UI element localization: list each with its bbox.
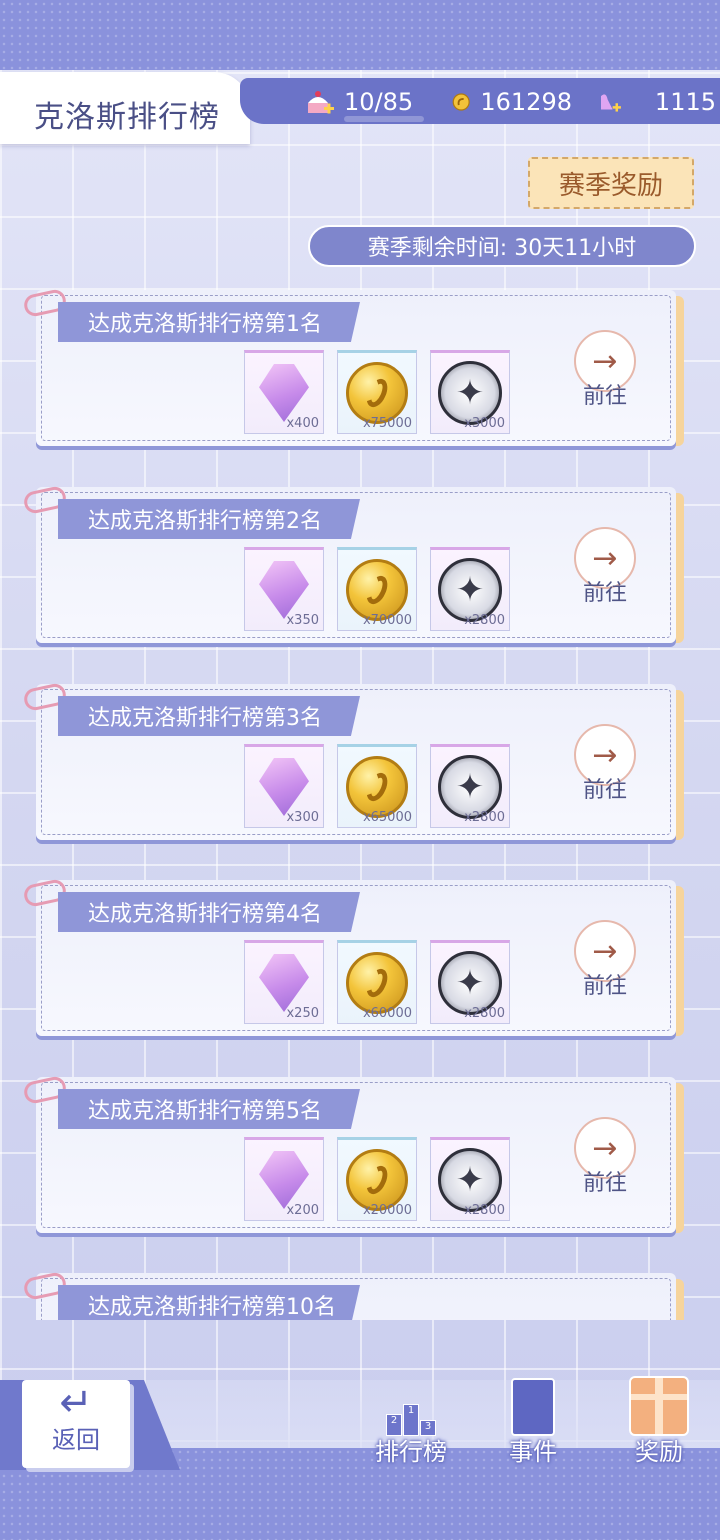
go-button[interactable]: → 前往	[572, 527, 638, 607]
task-title: 达成克洛斯排行榜第1名	[58, 302, 360, 342]
task-card-partial-wrap: 达成克洛斯排行榜第10名	[0, 1270, 720, 1320]
nav-ranking[interactable]: 213 排行榜	[366, 1380, 456, 1467]
resource-gold: 161298	[452, 82, 572, 122]
reward-list: x350 x70000 ✦ x2800	[244, 547, 510, 631]
reward-item-crystal[interactable]: x200	[244, 1137, 324, 1221]
book-icon	[511, 1378, 555, 1436]
gold-coin-icon	[346, 1149, 408, 1211]
reward-item-crystal[interactable]: x300	[244, 744, 324, 828]
reward-item-gold[interactable]: x70000	[337, 547, 417, 631]
reward-list: x300 x65000 ✦ x2800	[244, 744, 510, 828]
task-card: 达成克洛斯排行榜第5名 x200 x20000 ✦ x2800 → 前往	[22, 1074, 684, 1237]
resource-bar: 10/85 161298 1115	[240, 78, 720, 124]
resource-stamina[interactable]: 10/85	[304, 82, 424, 122]
gift-box-icon	[629, 1376, 689, 1436]
reward-list: x200 x20000 ✦ x2800	[244, 1137, 510, 1221]
crystal-swan-plus-icon	[600, 94, 621, 112]
task-title: 达成克洛斯排行榜第3名	[58, 696, 360, 736]
reward-item-gold[interactable]: x60000	[337, 940, 417, 1024]
resource-crystal[interactable]: 1115	[596, 82, 716, 122]
header: 克洛斯排行榜 10/85 161298 1115	[0, 68, 720, 146]
stamina-bar	[344, 116, 424, 122]
task-card: 达成克洛斯排行榜第4名 x250 x60000 ✦ x2800 → 前往	[22, 877, 684, 1040]
title-tab: 克洛斯排行榜	[0, 72, 250, 144]
reward-item-gold[interactable]: x65000	[337, 744, 417, 828]
crystal-swan-icon	[259, 758, 309, 816]
cake-plus-icon	[308, 91, 334, 114]
task-title: 达成克洛斯排行榜第4名	[58, 892, 360, 932]
reward-item-token[interactable]: ✦ x3000	[430, 350, 510, 434]
task-card: 达成克洛斯排行榜第10名	[22, 1270, 684, 1320]
nav-events[interactable]: 事件	[488, 1378, 578, 1467]
gold-value: 161298	[480, 88, 572, 116]
reward-item-token[interactable]: ✦ x2800	[430, 1137, 510, 1221]
gold-coin-icon	[346, 559, 408, 621]
go-button[interactable]: → 前往	[572, 1117, 638, 1197]
gold-coin-icon	[452, 93, 470, 111]
reward-list: x250 x60000 ✦ x2800	[244, 940, 510, 1024]
gold-coin-icon	[346, 362, 408, 424]
crystal-value: 1115	[654, 88, 716, 116]
go-button[interactable]: → 前往	[572, 920, 638, 1000]
reward-item-gold[interactable]: x75000	[337, 350, 417, 434]
gold-coin-icon	[346, 756, 408, 818]
reward-list: x400 x75000 ✦ x3000	[244, 350, 510, 434]
reward-item-token[interactable]: ✦ x2800	[430, 547, 510, 631]
crystal-swan-icon	[259, 954, 309, 1012]
task-title: 达成克洛斯排行榜第10名	[58, 1285, 360, 1320]
top-band	[0, 0, 720, 70]
go-button[interactable]: → 前往	[572, 724, 638, 804]
back-button[interactable]: ↵ 返回	[22, 1380, 130, 1468]
gold-coin-icon	[346, 952, 408, 1014]
reward-item-token[interactable]: ✦ x2800	[430, 744, 510, 828]
crystal-swan-icon	[259, 364, 309, 422]
task-title: 达成克洛斯排行榜第2名	[58, 499, 360, 539]
crystal-swan-icon	[259, 1151, 309, 1209]
task-card: 达成克洛斯排行榜第2名 x350 x70000 ✦ x2800 → 前往	[22, 484, 684, 647]
season-timer: 赛季剩余时间: 30天11小时	[308, 225, 696, 267]
nav-rewards[interactable]: 奖励	[614, 1376, 704, 1467]
task-card: 达成克洛斯排行榜第3名 x300 x65000 ✦ x2800 → 前往	[22, 681, 684, 844]
season-reward-button[interactable]: 赛季奖励	[528, 157, 694, 209]
reward-item-crystal[interactable]: x400	[244, 350, 324, 434]
bottom-bar: ↵ 返回 213 排行榜 事件 奖励	[0, 1376, 720, 1540]
task-card: 达成克洛斯排行榜第1名 x400 x75000 ✦ x3000 → 前往	[22, 287, 684, 450]
reward-item-token[interactable]: ✦ x2800	[430, 940, 510, 1024]
crystal-swan-icon	[259, 561, 309, 619]
reward-item-crystal[interactable]: x350	[244, 547, 324, 631]
go-button[interactable]: → 前往	[572, 330, 638, 410]
task-title: 达成克洛斯排行榜第5名	[58, 1089, 360, 1129]
reward-item-crystal[interactable]: x250	[244, 940, 324, 1024]
stamina-value: 10/85	[344, 88, 414, 116]
page-title: 克洛斯排行榜	[34, 100, 220, 135]
reward-item-gold[interactable]: x20000	[337, 1137, 417, 1221]
